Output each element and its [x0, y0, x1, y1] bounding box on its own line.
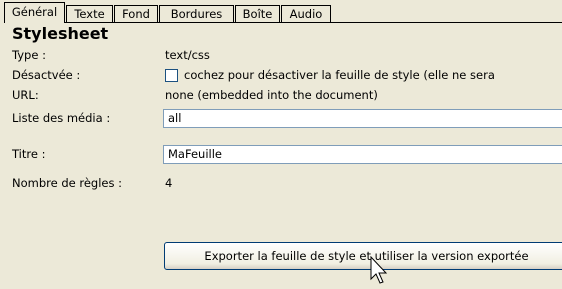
- rules-count-label: Nombre de règles :: [12, 176, 123, 190]
- tab-audio[interactable]: Audio: [281, 5, 331, 22]
- media-label: Liste des média :: [12, 111, 111, 125]
- tab-bar: Général Texte Fond Bordures Boîte Audio: [4, 0, 562, 23]
- title-label: Titre :: [12, 147, 46, 161]
- type-label: Type :: [12, 48, 46, 62]
- tab-texte[interactable]: Texte: [66, 5, 113, 22]
- tab-general[interactable]: Général: [4, 2, 65, 23]
- tab-divider: [4, 22, 562, 23]
- disable-stylesheet-text: cochez pour désactiver la feuille de sty…: [184, 68, 495, 82]
- media-input[interactable]: all: [163, 109, 562, 128]
- rules-count-value: 4: [165, 176, 173, 190]
- section-title: Stylesheet: [12, 24, 109, 43]
- tab-bordures[interactable]: Bordures: [159, 5, 234, 22]
- type-value: text/css: [165, 48, 210, 62]
- url-label: URL:: [12, 88, 39, 102]
- url-value: none (embedded into the document): [165, 88, 378, 102]
- tab-boite[interactable]: Boîte: [235, 5, 280, 22]
- tab-fond[interactable]: Fond: [114, 5, 158, 22]
- arrow-cursor-icon: [370, 256, 388, 284]
- title-input[interactable]: MaFeuille: [163, 145, 562, 164]
- export-stylesheet-button[interactable]: Exporter la feuille de style et utiliser…: [164, 242, 562, 270]
- disable-stylesheet-checkbox[interactable]: [165, 69, 178, 82]
- disabled-label: Désactvée :: [12, 68, 81, 82]
